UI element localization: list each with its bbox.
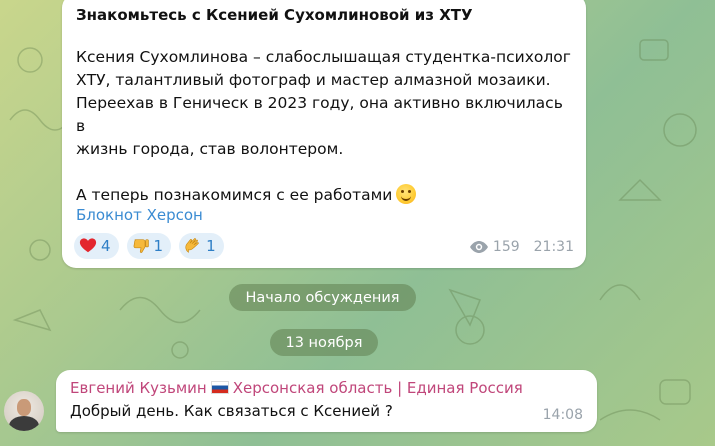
post-line: Переехав в Геническ в 2023 году, она акт…: [76, 94, 563, 135]
discussion-start-pill: Начало обсуждения: [229, 284, 416, 311]
post-paragraph-2: А теперь познакомимся с ее работами: [76, 186, 393, 204]
channel-post-bubble: Знакомьтесь с Ксенией Сухомлиновой из ХТ…: [62, 0, 586, 268]
post-line: Ксения Сухомлинова – слабослышащая студе…: [76, 48, 571, 66]
eye-views-icon: [469, 241, 488, 253]
post-meta: 159 21:31: [469, 239, 574, 255]
comment-time: 14:08: [542, 407, 583, 423]
red-heart-icon: [79, 238, 97, 253]
russia-flag-icon: [210, 381, 229, 394]
reaction-thumbs-down[interactable]: 1: [126, 233, 172, 259]
post-title: Знакомьтесь с Ксенией Сухомлиновой из ХТ…: [76, 6, 473, 24]
date-separator-pill: 13 ноября: [270, 329, 378, 356]
post-body: Ксения Сухомлинова – слабослышащая студе…: [76, 46, 576, 207]
post-line: А теперь познакомимся с ее работами: [76, 184, 576, 207]
post-line: ХТУ, талантливый фотограф и мастер алмаз…: [76, 71, 551, 89]
avatar-shoulders: [9, 416, 39, 431]
reaction-count: 1: [153, 237, 164, 255]
comment-bubble: Евгений Кузьмин Херсонская область | Един…: [56, 370, 597, 432]
comment-author-name: Евгений Кузьмин: [70, 379, 207, 397]
comment-text: Добрый день. Как связаться с Ксенией ?: [70, 402, 393, 420]
comment-author[interactable]: Евгений Кузьмин Херсонская область | Един…: [70, 379, 523, 397]
views-count: 159: [492, 239, 520, 255]
thumbs-down-icon: [133, 239, 149, 253]
reaction-clap[interactable]: 1: [179, 233, 224, 259]
reaction-count: 4: [101, 237, 111, 255]
smiling-face-emoji-icon: [396, 184, 417, 204]
post-time: 21:31: [533, 239, 574, 255]
clapping-hands-icon: [185, 238, 199, 253]
comment-author-suffix: Херсонская область | Единая Россия: [232, 379, 523, 397]
post-signature-link[interactable]: Блокнот Херсон: [76, 206, 203, 224]
reactions-bar: 4 1 1: [74, 233, 224, 259]
avatar[interactable]: [4, 391, 44, 431]
avatar-head: [17, 399, 31, 416]
reaction-count: 1: [206, 237, 216, 255]
post-line: жизнь города, став волонтером.: [76, 140, 344, 158]
reaction-heart[interactable]: 4: [74, 233, 119, 259]
